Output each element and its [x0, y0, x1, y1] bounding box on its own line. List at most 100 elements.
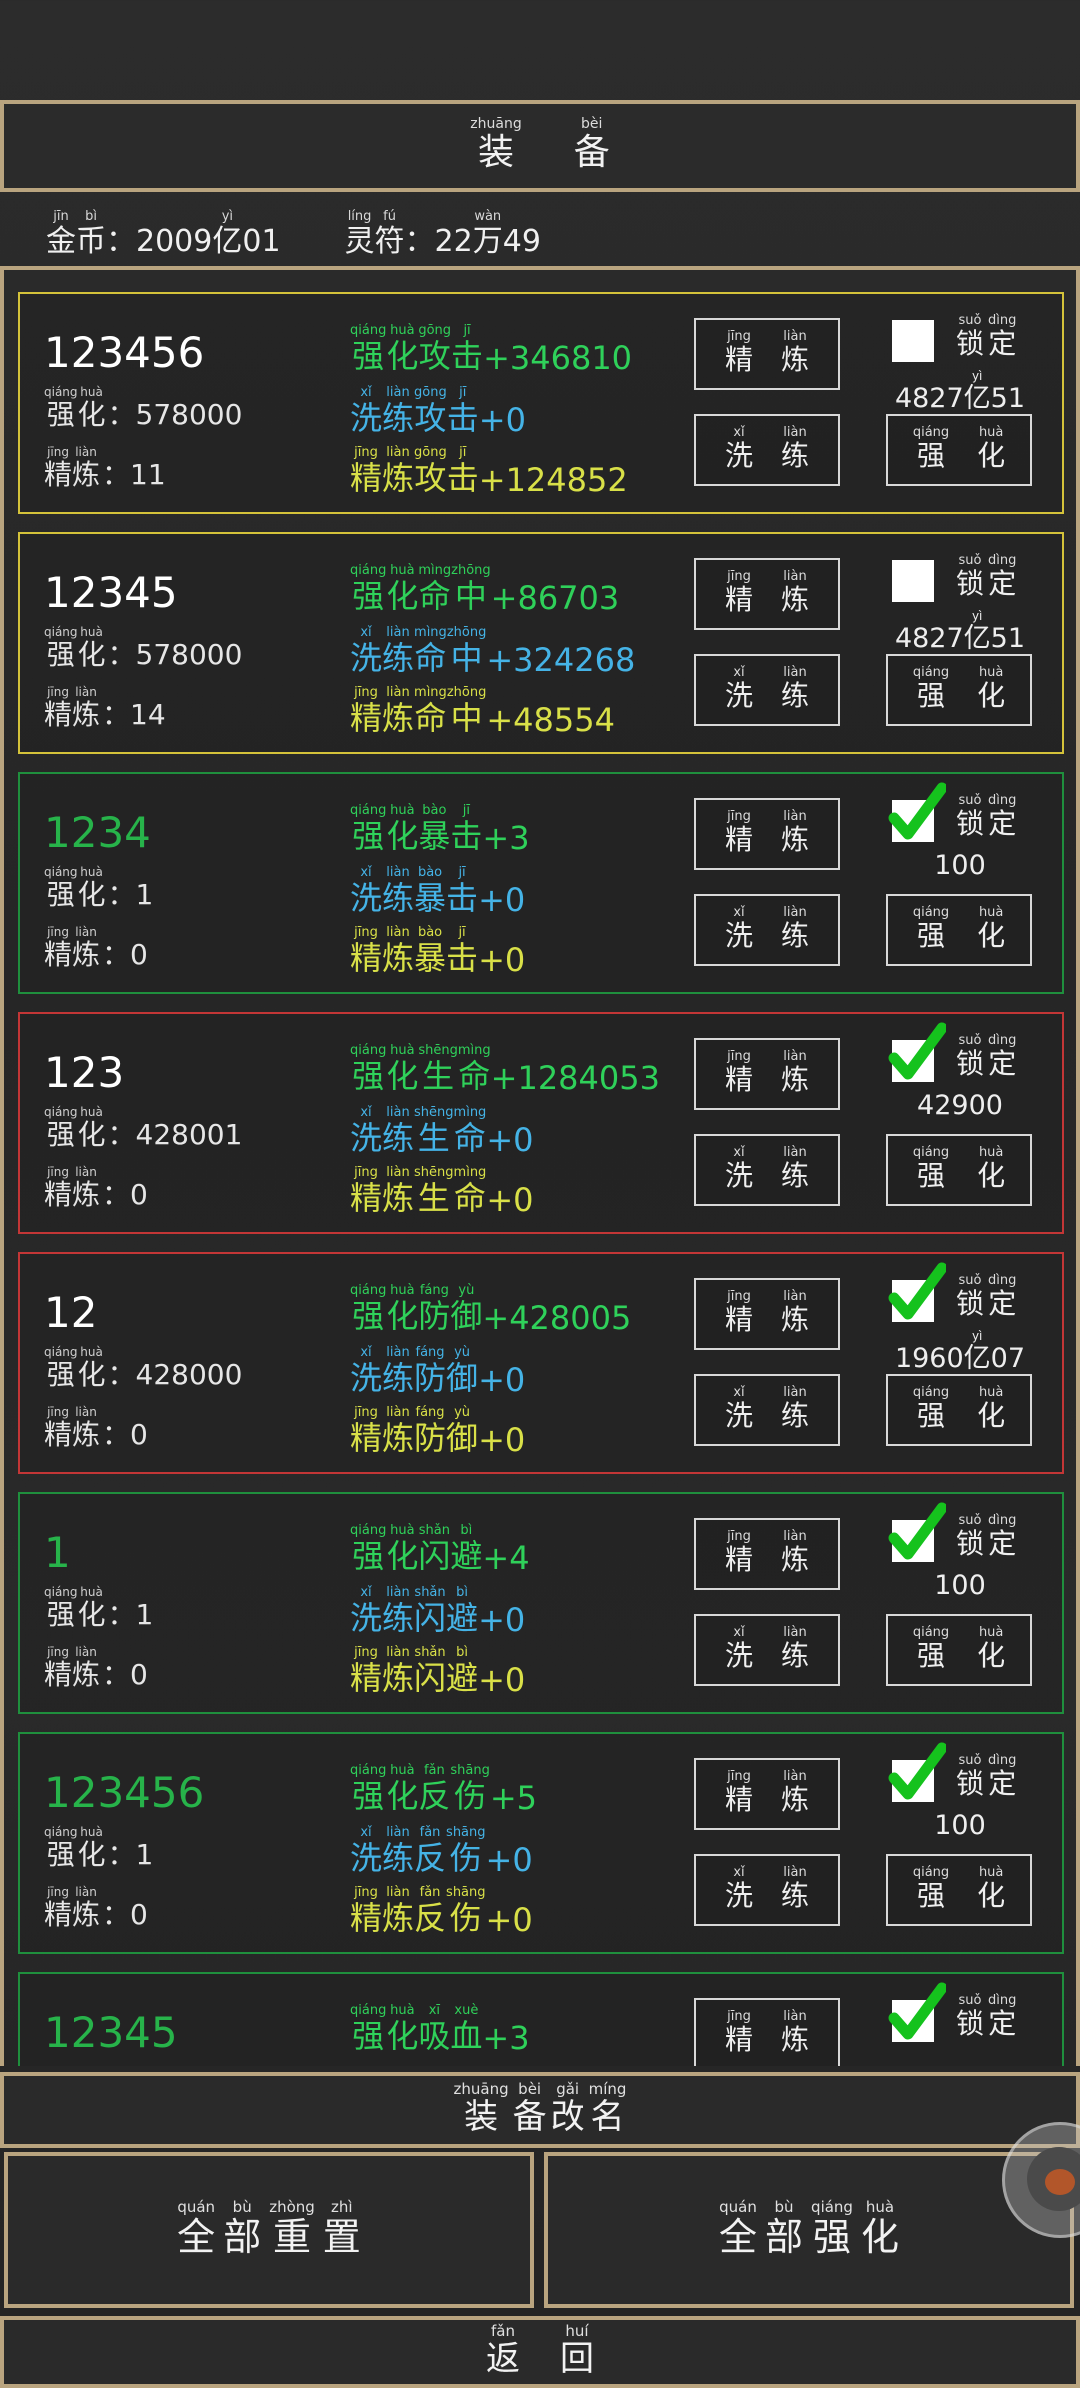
- stat-s2: 洗xǐ 练liàn 防fáng 御yù +0: [350, 1345, 526, 1399]
- refine-level: 精jīng 炼liàn ：11: [44, 445, 166, 491]
- refine-button[interactable]: 精jīng 炼liàn: [694, 1278, 840, 1350]
- enhance-cost: 100: [934, 850, 986, 881]
- stat-s3: 精jīng 炼liàn 攻gōng 击jī +124852: [350, 445, 628, 499]
- lock-toggle[interactable]: 锁suǒ 定dìng: [888, 1022, 1020, 1082]
- lock-toggle[interactable]: 锁suǒ 定dìng: [888, 782, 1020, 842]
- enhance-cost: 4827亿yì51: [894, 369, 1026, 414]
- wash-button[interactable]: 洗xǐ 练liàn: [694, 654, 840, 726]
- enhance-button[interactable]: 强qiáng 化huà: [886, 1374, 1032, 1446]
- enhance-level: 强qiáng 化huà ：428000: [44, 1345, 243, 1391]
- enhance-cost: 1960亿yì07: [894, 1329, 1026, 1374]
- gold-label: 金jīn币bì: [46, 209, 106, 259]
- refine-level: 精jīng 炼liàn ：0: [44, 925, 148, 971]
- equipment-card: 123456 强qiáng 化huà ：1 精jīng 炼liàn ：0 强qiáng 化huà…: [18, 1732, 1064, 1954]
- refine-button[interactable]: 精jīng 炼liàn: [694, 1038, 840, 1110]
- refine-level: 精jīng 炼liàn ：14: [44, 685, 166, 731]
- lock-toggle[interactable]: 锁suǒ 定dìng: [892, 313, 1020, 362]
- talisman-value: ：22万wàn49: [404, 209, 541, 259]
- checked-icon[interactable]: [888, 1982, 946, 2042]
- refine-level: 精jīng 炼liàn ：0: [44, 1885, 148, 1931]
- equipment-card: 12345 强qiáng 化huà 吸xī 血xuè +3 精jīng 炼liàn 锁suǒ 定d…: [18, 1972, 1064, 2066]
- talisman-label: 灵líng符fú: [344, 209, 405, 259]
- stat-s1: 强qiáng 化huà 吸xī 血xuè +3: [350, 2003, 530, 2057]
- checked-icon[interactable]: [888, 1262, 946, 1322]
- stat-s2: 洗xǐ 练liàn 命mìng 中zhōng +324268: [350, 625, 636, 679]
- equipment-card: 12 强qiáng 化huà ：428000 精jīng 炼liàn ：0 强qiáng 化hu…: [18, 1252, 1064, 1474]
- stat-s1: 强qiáng 化huà 生shēng 命mìng +1284053: [350, 1043, 660, 1097]
- equipment-card: 1234 强qiáng 化huà ：1 精jīng 炼liàn ：0 强qiáng 化huà 暴b…: [18, 772, 1064, 994]
- equipment-name: 12345: [44, 2008, 178, 2057]
- checked-icon[interactable]: [888, 1502, 946, 1562]
- enhance-level: 强qiáng 化huà ：1: [44, 1585, 154, 1631]
- equipment-name: 123456: [44, 328, 205, 377]
- stat-s3: 精jīng 炼liàn 闪shǎn 避bì +0: [350, 1645, 526, 1699]
- refine-button[interactable]: 精jīng 炼liàn: [694, 1758, 840, 1830]
- refine-button[interactable]: 精jīng 炼liàn: [694, 1998, 840, 2066]
- equipment-card: 123 强qiáng 化huà ：428001 精jīng 炼liàn ：0 强qiáng 化h…: [18, 1012, 1064, 1234]
- refine-button[interactable]: 精jīng 炼liàn: [694, 798, 840, 870]
- checked-icon[interactable]: [888, 782, 946, 842]
- stat-s2: 洗xǐ 练liàn 闪shǎn 避bì +0: [350, 1585, 526, 1639]
- refine-button[interactable]: 精jīng 炼liàn: [694, 558, 840, 630]
- enhance-button[interactable]: 强qiáng 化huà: [886, 414, 1032, 486]
- equipment-name: 12345: [44, 568, 178, 617]
- stat-s3: 精jīng 炼liàn 防fáng 御yù +0: [350, 1405, 526, 1459]
- stat-s2: 洗xǐ 练liàn 生shēng 命mìng +0: [350, 1105, 534, 1159]
- stat-s2: 洗xǐ 练liàn 攻gōng 击jī +0: [350, 385, 526, 439]
- wash-button[interactable]: 洗xǐ 练liàn: [694, 1374, 840, 1446]
- enhance-button[interactable]: 强qiáng 化huà: [886, 894, 1032, 966]
- enhance-button[interactable]: 强qiáng 化huà: [886, 1134, 1032, 1206]
- stat-s1: 强qiáng 化huà 命mìng 中zhōng +86703: [350, 563, 620, 617]
- rename-equipment-button[interactable]: 装zhuāng 备bèi 改gǎi 名míng: [0, 2072, 1080, 2148]
- enhance-level: 强qiáng 化huà ：1: [44, 1825, 154, 1871]
- enhance-cost: 100: [934, 1810, 986, 1841]
- checked-icon[interactable]: [888, 1022, 946, 1082]
- stat-s3: 精jīng 炼liàn 暴bào 击jī +0: [350, 925, 526, 979]
- wash-button[interactable]: 洗xǐ 练liàn: [694, 894, 840, 966]
- lock-toggle[interactable]: 锁suǒ 定dìng: [888, 1982, 1020, 2042]
- lock-toggle[interactable]: 锁suǒ 定dìng: [892, 553, 1020, 602]
- enhance-button[interactable]: 强qiáng 化huà: [886, 1854, 1032, 1926]
- enhance-level: 强qiáng 化huà ：1: [44, 865, 154, 911]
- wash-button[interactable]: 洗xǐ 练liàn: [694, 414, 840, 486]
- equipment-list[interactable]: 123456 强qiáng 化huà ：578000 精jīng 炼liàn ：11 强qiá…: [0, 266, 1080, 2066]
- equipment-card: 12345 强qiáng 化huà ：578000 精jīng 炼liàn ：14 强qián…: [18, 532, 1064, 754]
- enhance-button[interactable]: 强qiáng 化huà: [886, 654, 1032, 726]
- refine-button[interactable]: 精jīng 炼liàn: [694, 318, 840, 390]
- gold-value: ：2009亿yì01: [106, 209, 281, 259]
- lock-toggle[interactable]: 锁suǒ 定dìng: [888, 1502, 1020, 1562]
- stat-s3: 精jīng 炼liàn 生shēng 命mìng +0: [350, 1165, 534, 1219]
- unchecked-box-icon[interactable]: [892, 560, 934, 602]
- enhance-level: 强qiáng 化huà ：578000: [44, 385, 243, 431]
- back-button[interactable]: 返fǎn 回huí: [0, 2316, 1080, 2388]
- refine-level: 精jīng 炼liàn ：0: [44, 1165, 148, 1211]
- equipment-card: 1 强qiáng 化huà ：1 精jīng 炼liàn ：0 强qiáng 化huà 闪shǎn…: [18, 1492, 1064, 1714]
- wash-button[interactable]: 洗xǐ 练liàn: [694, 1614, 840, 1686]
- wash-button[interactable]: 洗xǐ 练liàn: [694, 1134, 840, 1206]
- enhance-all-button[interactable]: 全quán 部bù 强qiáng 化huà: [544, 2152, 1074, 2308]
- checked-icon[interactable]: [888, 1742, 946, 1802]
- equipment-name: 123: [44, 1048, 125, 1097]
- equipment-name: 123456: [44, 1768, 205, 1817]
- stat-s1: 强qiáng 化huà 反fǎn 伤shāng +5: [350, 1763, 538, 1817]
- stat-s2: 洗xǐ 练liàn 暴bào 击jī +0: [350, 865, 526, 919]
- stat-s3: 精jīng 炼liàn 命mìng 中zhōng +48554: [350, 685, 615, 739]
- enhance-level: 强qiáng 化huà ：428001: [44, 1105, 243, 1151]
- reset-all-button[interactable]: 全quán 部bù 重zhòng 置zhì: [4, 2152, 534, 2308]
- lock-toggle[interactable]: 锁suǒ 定dìng: [888, 1262, 1020, 1322]
- enhance-button[interactable]: 强qiáng 化huà: [886, 1614, 1032, 1686]
- enhance-cost: 42900: [917, 1090, 1003, 1121]
- lock-toggle[interactable]: 锁suǒ 定dìng: [888, 1742, 1020, 1802]
- refine-button[interactable]: 精jīng 炼liàn: [694, 1518, 840, 1590]
- unchecked-box-icon[interactable]: [892, 320, 934, 362]
- wash-button[interactable]: 洗xǐ 练liàn: [694, 1854, 840, 1926]
- stat-s1: 强qiáng 化huà 防fáng 御yù +428005: [350, 1283, 632, 1337]
- page-title: 装zhuāng 备bèi: [0, 100, 1080, 192]
- equipment-card: 123456 强qiáng 化huà ：578000 精jīng 炼liàn ：11 强qiá…: [18, 292, 1064, 514]
- stat-s1: 强qiáng 化huà 攻gōng 击jī +346810: [350, 323, 633, 377]
- refine-level: 精jīng 炼liàn ：0: [44, 1405, 148, 1451]
- currency-bar: 金jīn币bì ：2009亿yì01 灵líng符fú ：22万wàn49: [46, 196, 541, 260]
- stat-s1: 强qiáng 化huà 闪shǎn 避bì +4: [350, 1523, 530, 1577]
- refine-level: 精jīng 炼liàn ：0: [44, 1645, 148, 1691]
- enhance-cost: 4827亿yì51: [894, 609, 1026, 654]
